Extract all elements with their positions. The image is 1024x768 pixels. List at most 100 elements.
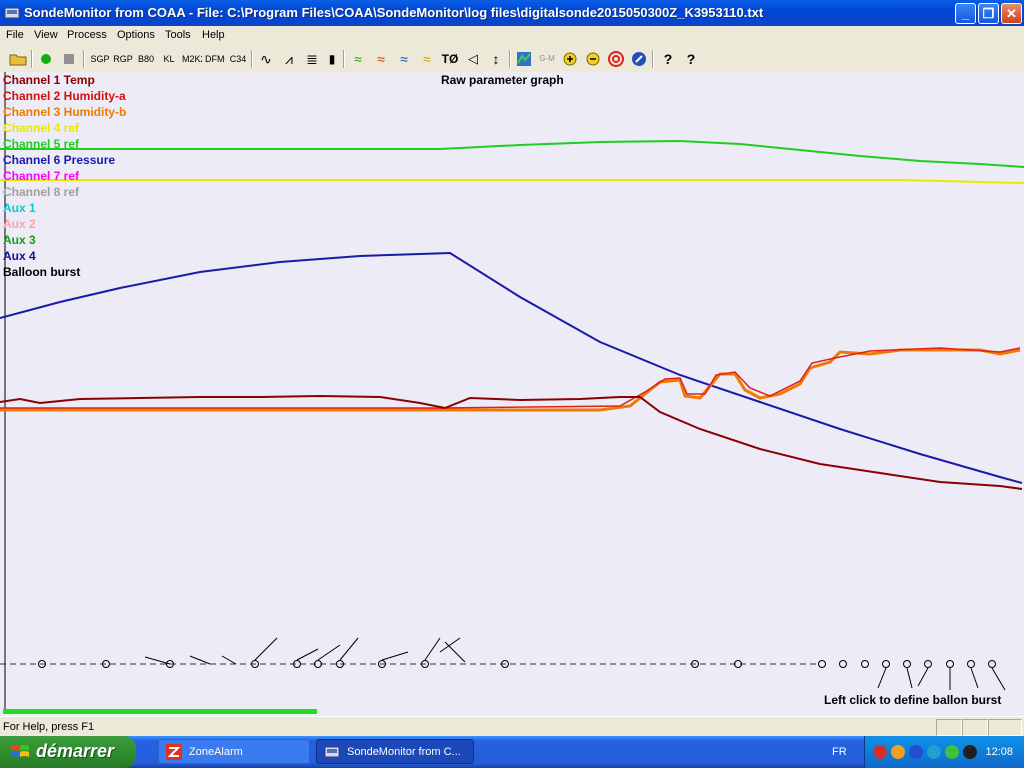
tray-icon-6[interactable] [963,745,977,759]
graph2-button[interactable]: ≈ [371,49,391,69]
temp-button[interactable]: TØ [440,49,460,69]
kl-button[interactable]: KL [159,49,179,69]
status-text: For Help, press F1 [3,721,95,733]
status-panel-3 [988,719,1022,736]
minimize-icon: _ [961,6,970,21]
gm-button[interactable]: G-M [537,49,557,69]
burst-hint: Left click to define ballon burst [824,693,1002,707]
legend-balloon-burst[interactable]: Balloon burst [3,265,80,279]
zoom-out-icon [586,52,600,66]
progress-bar [3,709,317,714]
title-bar[interactable]: SondeMonitor from COAA - File: C:\Progra… [0,0,1024,26]
app-icon [4,7,20,19]
graph-canvas[interactable] [0,72,1024,716]
bar-button[interactable]: ▮ [322,49,342,69]
window-title: SondeMonitor from COAA - File: C:\Progra… [24,5,764,20]
tray-icon-5[interactable] [945,745,959,759]
windows-logo-icon [11,745,29,757]
sgp-button[interactable]: SGP [90,49,110,69]
task-label: ZoneAlarm [189,746,243,758]
legend-aux-1[interactable]: Aux 1 [3,201,36,215]
target-icon [608,51,624,67]
help-button[interactable]: ? [658,49,678,69]
wave1-button[interactable]: ∿ [256,49,276,69]
channel-5-line [0,139,1024,168]
toolbar: SGP RGP B80 KL M2K2 DFM06 C34 ∿ ⩘ ≣ ▮ ≈ … [0,46,1024,73]
clock: 12:08 [985,746,1013,758]
legend-channel-3[interactable]: Channel 3 Humidity-b [3,105,126,119]
compass-icon [632,52,646,66]
dfm06-button[interactable]: DFM06 [205,49,225,69]
legend-channel-1[interactable]: Channel 1 Temp [3,73,95,87]
status-panel-1 [936,719,962,736]
channel-6-line [0,251,1023,484]
raw-parameter-graph[interactable]: Raw parameter graph Channel 1 Temp Chann… [0,72,1024,716]
close-icon: ✕ [1006,6,1017,21]
legend-channel-2[interactable]: Channel 2 Humidity-a [3,89,126,103]
close-button[interactable]: ✕ [1001,3,1022,24]
legend-channel-7[interactable]: Channel 7 ref [3,169,79,183]
graph4-button[interactable]: ≈ [417,49,437,69]
start-button[interactable] [36,49,56,69]
speaker-button[interactable]: ◁ [463,49,483,69]
compass-button[interactable] [629,49,649,69]
stop-button[interactable] [59,49,79,69]
legend-channel-6[interactable]: Channel 6 Pressure [3,153,115,167]
language-indicator[interactable]: FR [832,746,847,758]
start-label: démarrer [36,741,115,761]
zoom-out-button[interactable] [583,49,603,69]
menu-bar: File View Process Options Tools Help [0,26,1024,47]
tray-icon-4[interactable] [927,745,941,759]
folder-open-icon [9,54,27,66]
zonealarm-icon [166,744,182,760]
maximize-button[interactable]: ❐ [978,3,999,24]
map-icon [517,52,531,66]
b80-button[interactable]: B80 [136,49,156,69]
legend-channel-8[interactable]: Channel 8 ref [3,185,79,199]
menu-view[interactable]: View [34,29,58,41]
stop-square-icon [64,54,74,64]
menu-options[interactable]: Options [117,29,155,41]
zoom-in-button[interactable] [560,49,580,69]
wind-barbs [0,637,1006,691]
channel-3-line [0,348,1021,412]
legend-aux-3[interactable]: Aux 3 [3,233,36,247]
status-panel-2 [962,719,988,736]
task-zonealarm[interactable]: ZoneAlarm [158,739,310,764]
menu-process[interactable]: Process [67,29,107,41]
green-circle-icon [41,54,51,64]
target-button[interactable] [606,49,626,69]
map-button[interactable] [514,49,534,69]
restore-icon: ❐ [982,6,995,21]
menu-tools[interactable]: Tools [165,29,191,41]
task-label: SondeMonitor from C... [347,746,461,758]
start-button[interactable]: démarrer [0,736,136,768]
tray-icon-1[interactable] [873,745,887,759]
legend-aux-2[interactable]: Aux 2 [3,217,36,231]
menu-file[interactable]: File [6,29,24,41]
graph-title: Raw parameter graph [441,73,564,87]
list-button[interactable]: ≣ [302,49,322,69]
legend-aux-4[interactable]: Aux 4 [3,249,36,263]
graph3-button[interactable]: ≈ [394,49,414,69]
updown-button[interactable]: ↕ [486,49,506,69]
tray-icon-2[interactable] [891,745,905,759]
minimize-button[interactable]: _ [955,3,976,24]
menu-help[interactable]: Help [202,29,225,41]
m2k2-button[interactable]: M2K2 [182,49,202,69]
system-tray: 12:08 [864,736,1024,768]
sondemonitor-icon [324,746,340,758]
task-sondemonitor[interactable]: SondeMonitor from C... [316,739,474,764]
tray-icon-3[interactable] [909,745,923,759]
context-help-button[interactable]: ? [681,49,701,69]
wave2-button[interactable]: ⩘ [279,49,299,69]
taskbar: démarrer ZoneAlarm SondeMonitor from C..… [0,736,1024,768]
rgp-button[interactable]: RGP [113,49,133,69]
open-button[interactable] [8,49,28,69]
status-bar: For Help, press F1 [0,716,1024,737]
c34-button[interactable]: C34 [228,49,248,69]
channel-4-line [0,179,1024,184]
legend-channel-4[interactable]: Channel 4 ref [3,121,79,135]
legend-channel-5[interactable]: Channel 5 ref [3,137,79,151]
graph1-button[interactable]: ≈ [348,49,368,69]
